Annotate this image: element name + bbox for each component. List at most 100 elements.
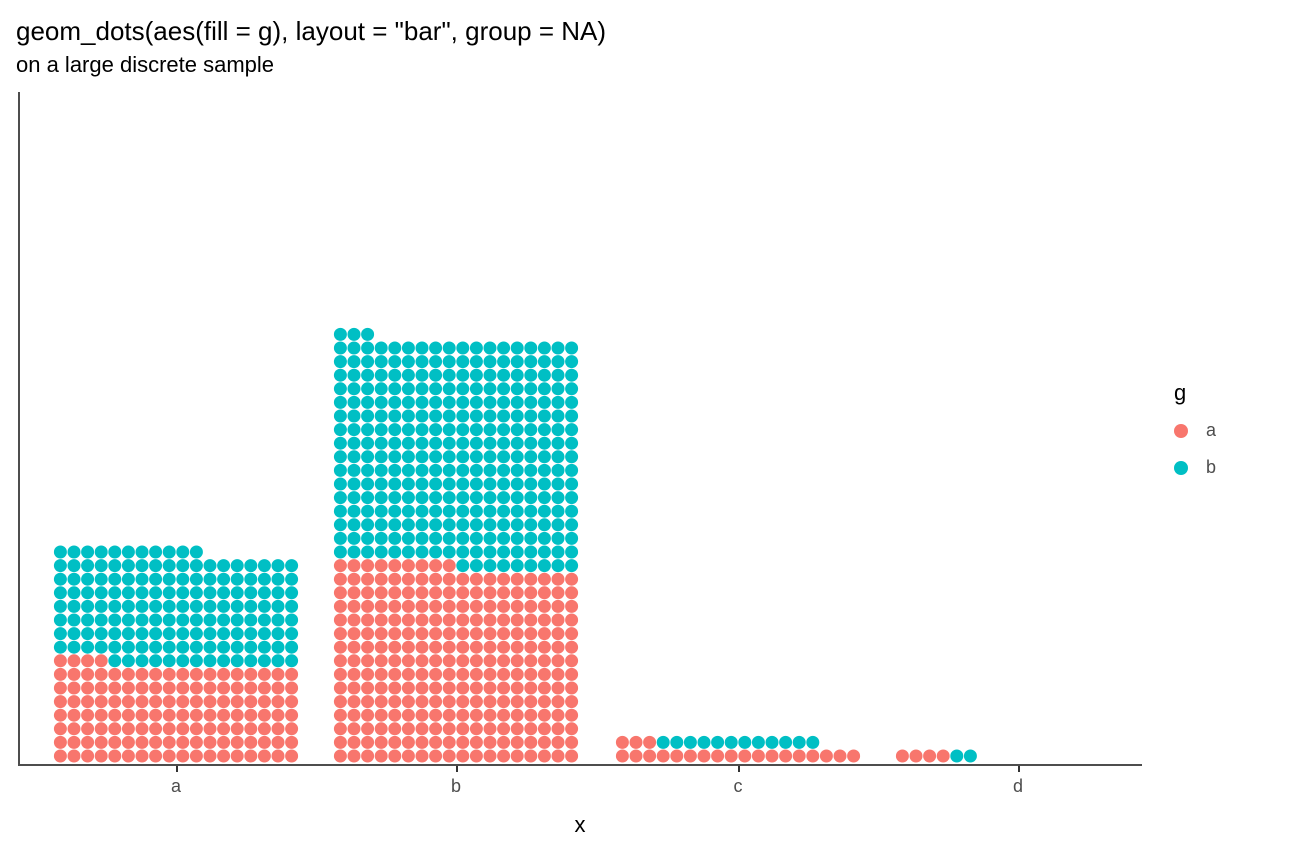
dot [443, 682, 456, 695]
dot [285, 614, 298, 627]
dot [68, 654, 81, 667]
dot [81, 695, 94, 708]
dot [416, 722, 429, 735]
dot [565, 573, 578, 586]
dot [511, 423, 524, 436]
dot [204, 627, 217, 640]
dot [416, 410, 429, 423]
dot [190, 722, 203, 735]
dot [217, 627, 230, 640]
dot [416, 382, 429, 395]
axis-x-tick-label: c [734, 776, 743, 797]
dot [361, 505, 374, 518]
dot [443, 627, 456, 640]
dot [565, 491, 578, 504]
dot [108, 559, 121, 572]
dot [552, 627, 565, 640]
dot [163, 695, 176, 708]
dot [272, 600, 285, 613]
dot [698, 750, 711, 763]
dot [524, 396, 537, 409]
dot [443, 478, 456, 491]
dot [565, 423, 578, 436]
dot [470, 654, 483, 667]
dot [149, 546, 162, 559]
dot [122, 695, 135, 708]
dot [511, 559, 524, 572]
dot [416, 355, 429, 368]
dot [334, 396, 347, 409]
dot [443, 709, 456, 722]
dot [484, 709, 497, 722]
dot [552, 722, 565, 735]
dot [657, 736, 670, 749]
dot [684, 736, 697, 749]
dot [361, 369, 374, 382]
dot [149, 695, 162, 708]
dot [375, 627, 388, 640]
dot [122, 736, 135, 749]
dot [402, 382, 415, 395]
dot [375, 695, 388, 708]
dot [361, 559, 374, 572]
dot [484, 627, 497, 640]
dot [348, 614, 361, 627]
dot [484, 546, 497, 559]
dot [204, 614, 217, 627]
dot [176, 722, 189, 735]
dot [443, 600, 456, 613]
dot [429, 355, 442, 368]
dot [511, 586, 524, 599]
dot [375, 518, 388, 531]
dot [388, 396, 401, 409]
dot [538, 396, 551, 409]
dot [54, 736, 67, 749]
dot [388, 573, 401, 586]
dot [538, 722, 551, 735]
dot [231, 709, 244, 722]
dot [258, 695, 271, 708]
dot [552, 682, 565, 695]
dot [456, 342, 469, 355]
dot [122, 600, 135, 613]
dot [388, 437, 401, 450]
dot [552, 369, 565, 382]
dot [670, 736, 683, 749]
dot [511, 410, 524, 423]
dot [54, 668, 67, 681]
dot [416, 396, 429, 409]
page-title: geom_dots(aes(fill = g), layout = "bar",… [16, 16, 606, 47]
dot [204, 641, 217, 654]
dot [896, 750, 909, 763]
dot [429, 736, 442, 749]
dot [538, 355, 551, 368]
axis-x-tick-label: d [1013, 776, 1023, 797]
dot [348, 518, 361, 531]
dot [470, 355, 483, 368]
dot [334, 532, 347, 545]
dot [108, 573, 121, 586]
dot [565, 614, 578, 627]
legend-title: g [1174, 380, 1284, 406]
dot [375, 546, 388, 559]
dot [565, 627, 578, 640]
dot [698, 736, 711, 749]
dot [375, 559, 388, 572]
dot [497, 682, 510, 695]
dot [484, 369, 497, 382]
dot [910, 750, 923, 763]
dot [81, 627, 94, 640]
dot [217, 736, 230, 749]
dot [470, 586, 483, 599]
dot [272, 654, 285, 667]
dot [388, 627, 401, 640]
dot [552, 586, 565, 599]
dot [258, 682, 271, 695]
dot [484, 532, 497, 545]
dot [456, 491, 469, 504]
dot [565, 641, 578, 654]
dot [204, 668, 217, 681]
dot [511, 464, 524, 477]
dot [429, 559, 442, 572]
dot [416, 450, 429, 463]
